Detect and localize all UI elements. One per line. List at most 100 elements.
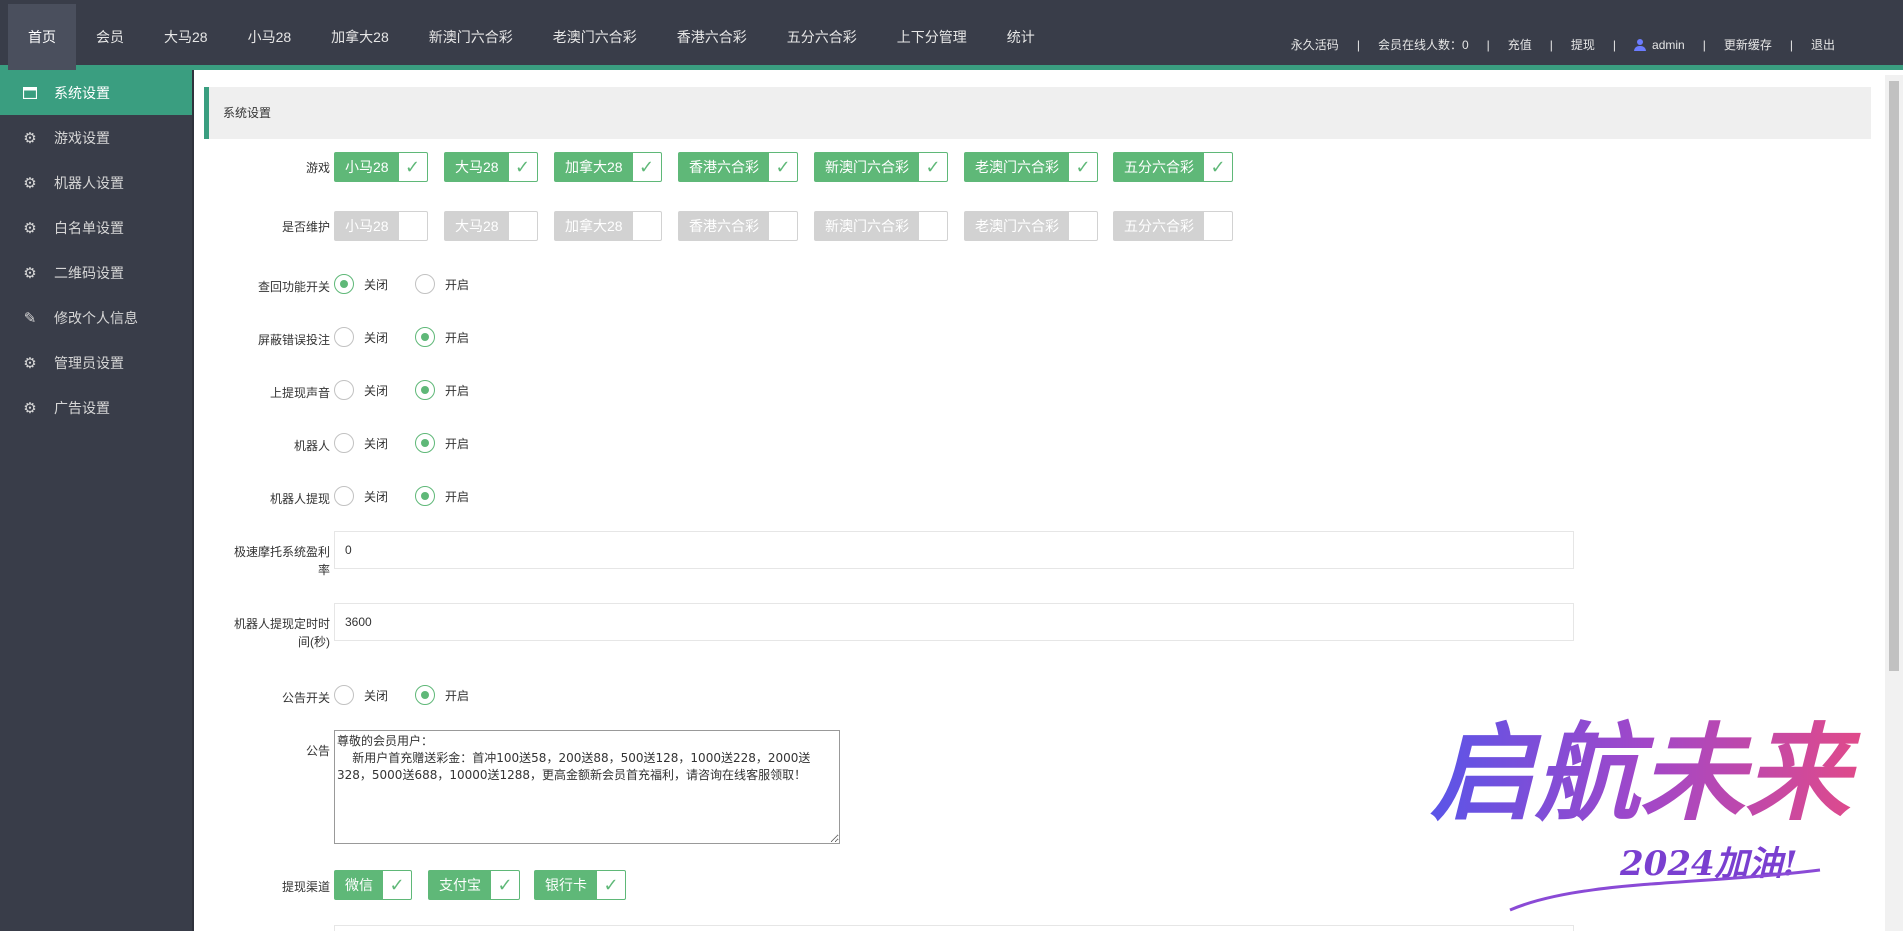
robot-off-radio[interactable]: 关闭 [334,433,388,453]
game-checkbox-five-minute[interactable]: 五分六合彩 ✓ [1113,152,1233,182]
sidebar-item-label: 管理员设置 [54,354,124,371]
recall-switch-off-radio[interactable]: 关闭 [334,274,388,294]
tag-label: 银行卡 [535,871,597,899]
logout-link[interactable]: 退出 [1811,36,1835,53]
user-menu[interactable]: admin [1634,38,1685,52]
withdraw-channel-wechat[interactable]: 微信 ✓ [334,870,412,900]
check-icon: ✓ [389,874,405,895]
sidebar-item-edit-profile[interactable]: ✎ 修改个人信息 [0,295,192,340]
notice-switch-off-radio[interactable]: 关闭 [334,685,388,705]
sidebar-item-admin-settings[interactable]: ⚙ 管理员设置 [0,340,192,385]
withdraw-channel-alipay[interactable]: 支付宝 ✓ [428,870,520,900]
radio-label: 关闭 [364,436,389,451]
nav-new-macau-lottery[interactable]: 新澳门六合彩 [409,4,533,70]
notice-label: 公告 [305,744,330,758]
main-content: 系统设置 游戏 小马28 ✓ 大马28 ✓ 加拿大28 ✓ 香港六合彩 ✓ 新澳门六合彩… [194,75,1885,931]
radio-label: 关闭 [364,489,389,504]
sidebar-item-whitelist-settings[interactable]: ⚙ 白名单设置 [0,205,192,250]
nav-members[interactable]: 会员 [76,4,144,70]
notice-switch-on-radio[interactable]: 开启 [415,685,469,705]
sidebar-item-game-settings[interactable]: ⚙ 游戏设置 [0,115,192,160]
nav-xiaoma28[interactable]: 小马28 [228,4,312,70]
game-checkbox-xiaoma28[interactable]: 小马28 ✓ [334,152,428,182]
top-links: 永久活码 | 会员在线人数：0 | 充值 | 提现 | admin | 更新缓存… [1291,36,1835,53]
scrollbar-thumb[interactable] [1889,81,1899,671]
nav-statistics[interactable]: 统计 [987,4,1055,70]
maintenance-checkbox-dama28[interactable]: 大马28✓ [444,211,538,241]
game-checkbox-hongkong[interactable]: 香港六合彩 ✓ [678,152,798,182]
withdraw-channel-bank-card[interactable]: 银行卡 ✓ [534,870,626,900]
sidebar-item-label: 游戏设置 [54,129,110,146]
radio-circle [415,433,435,453]
top-nav: 首页 会员 大马28 小马28 加拿大28 新澳门六合彩 老澳门六合彩 香港六合… [8,4,1055,70]
block-bet-errors-off-radio[interactable]: 关闭 [334,327,388,347]
withdraw-link[interactable]: 提现 [1571,36,1595,53]
check-icon: ✓ [509,212,537,240]
block-bet-errors-on-radio[interactable]: 开启 [415,327,469,347]
game-checkbox-dama28[interactable]: 大马28 ✓ [444,152,538,182]
radio-circle [415,380,435,400]
check-icon: ✓ [639,156,655,177]
nav-hongkong-lottery[interactable]: 香港六合彩 [657,4,767,70]
robot-timer-label: 机器人提现定时时 间(秒) [200,615,330,651]
nav-dama28[interactable]: 大马28 [144,4,228,70]
sidebar-item-robot-settings[interactable]: ⚙ 机器人设置 [0,160,192,205]
tag-label: 五分六合彩 [1114,212,1204,240]
nav-five-minute-lottery[interactable]: 五分六合彩 [767,4,877,70]
robot-on-radio[interactable]: 开启 [415,433,469,453]
tag-label: 新澳门六合彩 [815,153,919,181]
gear-icon: ⚙ [23,174,37,192]
radio-circle [334,380,354,400]
sidebar-item-label: 机器人设置 [54,174,124,191]
maintenance-checkbox-old-macau[interactable]: 老澳门六合彩✓ [964,211,1098,241]
refresh-cache-link[interactable]: 更新缓存 [1724,36,1772,53]
radio-circle [415,327,435,347]
withdraw-sound-off-radio[interactable]: 关闭 [334,380,388,400]
game-checkbox-old-macau[interactable]: 老澳门六合彩 ✓ [964,152,1098,182]
nav-old-macau-lottery[interactable]: 老澳门六合彩 [533,4,657,70]
robot-withdraw-off-radio[interactable]: 关闭 [334,486,388,506]
gear-icon: ⚙ [23,264,37,282]
sidebar-item-label: 白名单设置 [54,219,124,236]
maintenance-checkbox-canada28[interactable]: 加拿大28✓ [554,211,662,241]
withdraw-channels-label: 提现渠道 [281,880,330,894]
online-members-count: 会员在线人数：0 [1377,38,1469,52]
notice-textarea[interactable]: 尊敬的会员用户： 新用户首充赠送彩金：首冲100送58，200送88，500送1… [334,730,840,844]
maintenance-checkbox-xiaoma28[interactable]: 小马28✓ [334,211,428,241]
nav-canada28[interactable]: 加拿大28 [311,4,409,70]
sidebar-item-ad-settings[interactable]: ⚙ 广告设置 [0,385,192,430]
sidebar-item-system-settings[interactable]: 系统设置 [0,70,192,115]
tag-label: 大马28 [445,153,509,181]
robot-timer-input[interactable] [334,603,1574,641]
tag-label: 老澳门六合彩 [965,212,1069,240]
tag-label: 支付宝 [429,871,491,899]
tag-label: 香港六合彩 [679,212,769,240]
game-checkbox-canada28[interactable]: 加拿大28 ✓ [554,152,662,182]
profit-rate-label-line2: 率 [317,563,330,577]
check-icon: ✓ [1204,212,1232,240]
check-icon: ✓ [405,156,421,177]
sidebar-item-label: 二维码设置 [54,264,124,281]
game-checkbox-new-macau[interactable]: 新澳门六合彩 ✓ [814,152,948,182]
nav-balance-management[interactable]: 上下分管理 [877,4,987,70]
recharge-link[interactable]: 充值 [1508,36,1532,53]
maintenance-checkbox-five-minute[interactable]: 五分六合彩✓ [1113,211,1233,241]
page-scrollbar[interactable] [1885,75,1903,931]
robot-timer-label-line1: 机器人提现定时时 [233,617,330,631]
check-icon: ✓ [633,212,661,240]
check-icon: ✓ [769,212,797,240]
tag-label: 大马28 [445,212,509,240]
next-field-edge [334,925,1574,931]
tag-label: 微信 [335,871,383,899]
withdraw-sound-on-radio[interactable]: 开启 [415,380,469,400]
tag-label: 新澳门六合彩 [815,212,919,240]
robot-withdraw-on-radio[interactable]: 开启 [415,486,469,506]
sidebar-item-qrcode-settings[interactable]: ⚙ 二维码设置 [0,250,192,295]
maintenance-checkbox-new-macau[interactable]: 新澳门六合彩✓ [814,211,948,241]
permanent-code-link[interactable]: 永久活码 [1291,36,1339,53]
recall-switch-on-radio[interactable]: 开启 [415,274,469,294]
maintenance-checkbox-hongkong[interactable]: 香港六合彩✓ [678,211,798,241]
profit-rate-input[interactable] [334,531,1574,569]
nav-home[interactable]: 首页 [8,4,76,70]
separator: | [1702,37,1706,52]
